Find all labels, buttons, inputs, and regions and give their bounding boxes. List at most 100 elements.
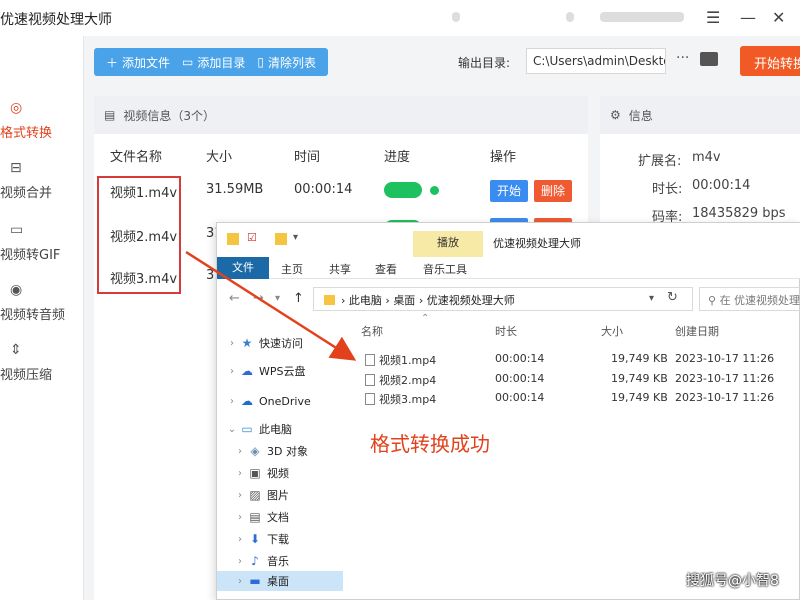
- sidebar-item-format-convert[interactable]: ◎ 格式转换: [0, 90, 84, 150]
- sidebar-item-video-merge[interactable]: ⊟ 视频合并: [0, 150, 84, 210]
- sidebar: ◎ 格式转换 ⊟ 视频合并 ▭ 视频转GIF ◉ 视频转音频 ⇕ 视频压缩: [0, 36, 84, 600]
- menu-icon[interactable]: ☰: [706, 8, 720, 27]
- nav-item-documents[interactable]: › ▤ 文档: [217, 507, 343, 527]
- output-dir-field[interactable]: C:\Users\admin\Deskto: [526, 48, 666, 74]
- breadcrumb-this-pc[interactable]: 此电脑: [349, 294, 382, 307]
- sidebar-item-label: 视频转音频: [0, 307, 66, 323]
- list-item[interactable]: 视频3.mp4 00:00:14 19,749 KB 2023-10-17 11…: [357, 388, 800, 407]
- toolbar: ＋添加文件 ▭ 添加目录 ▯ 清除列表 输出目录: C:\Users\admin\D…: [84, 36, 800, 88]
- address-dropdown-icon[interactable]: ▾: [649, 293, 654, 304]
- file-count: （3个）: [171, 108, 215, 123]
- breadcrumb-folder[interactable]: 优速视频处理大师: [427, 294, 515, 307]
- video-icon: ▣: [249, 466, 261, 480]
- star-icon: ★: [241, 336, 253, 350]
- file-duration: 00:00:14: [495, 391, 545, 404]
- search-input[interactable]: ⚲ 在 优速视频处理: [699, 287, 800, 311]
- blurred-area: [566, 12, 574, 22]
- nav-item-pictures[interactable]: › ▨ 图片: [217, 485, 343, 505]
- desktop-icon: ▬: [249, 574, 261, 588]
- tab-music-tools[interactable]: 音乐工具: [423, 261, 467, 277]
- file-list: ⌃ 名称 时长 大小 创建日期 视频1.mp4 00:00:14 19,749 …: [357, 313, 800, 600]
- nav-item-downloads[interactable]: › ⬇ 下载: [217, 529, 343, 549]
- row-start-button[interactable]: 开始: [490, 180, 528, 202]
- success-annotation: 格式转换成功: [370, 432, 490, 456]
- add-file-button[interactable]: ＋添加文件: [100, 54, 176, 71]
- picture-icon: ▨: [249, 488, 261, 502]
- folder-icon[interactable]: [275, 233, 287, 245]
- tab-file[interactable]: 文件: [217, 257, 269, 279]
- file-icon: [365, 393, 375, 405]
- tab-play[interactable]: 播放: [413, 231, 483, 257]
- title-bar: 优速视频处理大师 ☰ — ✕: [0, 0, 800, 36]
- watermark: 搜狐号@小智8: [686, 573, 779, 589]
- add-directory-button[interactable]: ▭ 添加目录: [176, 54, 251, 71]
- col-header-progress: 进度: [384, 150, 411, 165]
- tab-home[interactable]: 主页: [281, 261, 303, 277]
- video-info-header: ▤ 视频信息 （3个）: [94, 96, 588, 134]
- cloud-icon: ☁: [241, 364, 253, 378]
- info-value: m4v: [692, 150, 721, 165]
- tab-share[interactable]: 共享: [329, 261, 351, 277]
- list-item[interactable]: 视频1.mp4 00:00:14 19,749 KB 2023-10-17 11…: [357, 349, 800, 368]
- status-dot: [430, 186, 439, 195]
- minimize-icon[interactable]: —: [740, 8, 756, 27]
- sort-up-icon: ⌃: [421, 313, 430, 324]
- nav-item-this-pc[interactable]: ⌄ ▭ 此电脑: [217, 419, 343, 439]
- onedrive-icon: ☁: [241, 394, 253, 408]
- file-duration: 00:00:14: [495, 352, 545, 365]
- tab-view[interactable]: 查看: [375, 261, 397, 277]
- sidebar-item-video-compress[interactable]: ⇕ 视频压缩: [0, 332, 84, 392]
- up-icon[interactable]: ↑: [293, 291, 304, 306]
- sidebar-item-video-audio[interactable]: ◉ 视频转音频: [0, 272, 84, 332]
- nav-item-videos[interactable]: › ▣ 视频: [217, 463, 343, 483]
- more-options-icon[interactable]: ···: [676, 50, 689, 66]
- row-delete-button[interactable]: 删除: [534, 180, 572, 202]
- address-bar[interactable]: › 此电脑 › 桌面 › 优速视频处理大师: [313, 287, 693, 311]
- file-name: 视频1.m4v: [110, 186, 178, 201]
- start-convert-button[interactable]: 开始转换: [740, 46, 800, 76]
- chevron-right-icon: ›: [341, 294, 346, 307]
- music-icon: ♪: [251, 554, 259, 568]
- sidebar-item-label: 视频转GIF: [0, 247, 61, 263]
- download-icon: ⬇: [249, 532, 261, 546]
- app-title: 优速视频处理大师: [0, 12, 112, 28]
- nav-item-3d-objects[interactable]: › ◈ 3D 对象: [217, 441, 343, 461]
- col-header-action: 操作: [490, 150, 517, 165]
- col-header-name[interactable]: 名称: [361, 323, 383, 339]
- recent-dropdown-icon[interactable]: ▾: [275, 293, 280, 304]
- user-avatar-blurred[interactable]: [600, 12, 684, 22]
- info-value: 18435829 bps: [692, 206, 786, 221]
- sidebar-item-video-gif[interactable]: ▭ 视频转GIF: [0, 212, 84, 272]
- info-key: 扩展名:: [638, 154, 682, 169]
- navigation-bar: ← → ▾ ↑ › 此电脑 › 桌面 › 优速视频处理大师 ▾ ↻ ⚲ 在 优速…: [217, 285, 800, 313]
- search-icon: ⚲: [708, 294, 717, 307]
- nav-item-desktop[interactable]: › ▬ 桌面: [217, 571, 343, 591]
- panel-title: 视频信息: [123, 108, 172, 123]
- forward-icon[interactable]: →: [253, 291, 264, 306]
- ribbon-tabs: 文件 主页 共享 查看 音乐工具: [217, 257, 800, 279]
- close-icon[interactable]: ✕: [772, 8, 785, 27]
- open-folder-icon[interactable]: [700, 52, 718, 66]
- col-header-name: 文件名称: [110, 150, 163, 165]
- nav-item-onedrive[interactable]: › ☁ OneDrive: [217, 391, 343, 411]
- col-header-created[interactable]: 创建日期: [675, 323, 719, 339]
- refresh-icon[interactable]: ↻: [667, 290, 678, 305]
- col-header-duration[interactable]: 时长: [495, 323, 517, 339]
- breadcrumb-desktop[interactable]: 桌面: [393, 294, 415, 307]
- nav-item-music[interactable]: › ♪ 音乐: [217, 551, 343, 571]
- checkbox-icon[interactable]: ☑: [247, 231, 257, 244]
- file-created: 2023-10-17 11:26: [675, 372, 775, 385]
- navigation-pane: › ★ 快速访问 › ☁ WPS云盘 › ☁ OneDrive ⌄ ▭ 此电脑 › ◈ 3D 对象 …: [217, 319, 343, 600]
- nav-item-wps-cloud[interactable]: › ☁ WPS云盘: [217, 361, 343, 381]
- clear-list-button[interactable]: ▯ 清除列表: [251, 54, 322, 71]
- file-icon: [365, 354, 375, 366]
- table-row[interactable]: 视频1.m4v 31.59MB 00:00:14 开始 删除: [94, 170, 588, 212]
- file-name: 视频3.m4v: [110, 272, 178, 287]
- file-name: 视频2.mp4: [365, 372, 436, 388]
- quick-access-dropdown-icon[interactable]: ▾: [293, 232, 298, 243]
- col-header-size[interactable]: 大小: [601, 323, 623, 339]
- list-item[interactable]: 视频2.mp4 00:00:14 19,749 KB 2023-10-17 11…: [357, 369, 800, 388]
- back-icon[interactable]: ←: [229, 291, 240, 306]
- nav-item-quick-access[interactable]: › ★ 快速访问: [217, 333, 343, 353]
- convert-icon: ◎: [10, 99, 23, 116]
